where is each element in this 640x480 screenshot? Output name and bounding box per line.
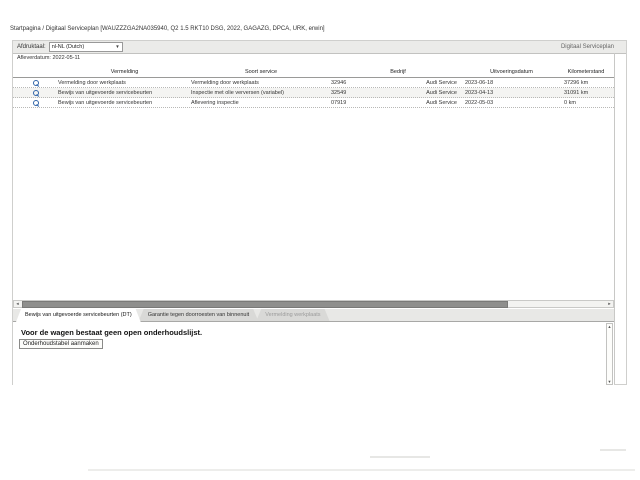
delivery-date-line: Afleverdatum: 2022-05-11 (17, 55, 81, 61)
tab-panel: Voor de wagen bestaat geen open onderhou… (13, 322, 614, 386)
magnifier-icon[interactable] (32, 89, 39, 96)
no-open-maintenance-message: Voor de wagen bestaat geen open onderhou… (21, 328, 203, 337)
scroll-down-icon[interactable]: ▼ (607, 379, 612, 384)
breadcrumb: Startpagina / Digitaal Serviceplan [WAUZ… (10, 26, 325, 32)
scan-artifact (370, 456, 430, 458)
cell-bedrijf: 32946 Audi Service (331, 80, 465, 86)
bottom-tabstrip: Bewijs van uitgevoerde servicebeurten (D… (13, 309, 614, 322)
bedrijf-nummer: 32946 (331, 79, 347, 86)
column-header-soort-service: Soort service (244, 68, 278, 75)
cell-vermelding: Bewijs van uitgevoerde servicebeurten (58, 99, 153, 106)
bedrijf-nummer: 07919 (331, 99, 347, 106)
tab-vermelding-werkplaats[interactable]: Vermelding werkplaats (256, 309, 329, 321)
app-title: Digitaal Serviceplan (560, 44, 614, 50)
cell-kilometerstand: 31091 km (564, 89, 589, 96)
cell-vermelding: Vermelding door werkplaats (58, 79, 126, 86)
scroll-up-icon[interactable]: ▲ (607, 324, 612, 329)
column-header-bedrijf: Bedrijf (390, 68, 406, 75)
print-toolbar: Afdruktaal: nl-NL (Dutch) ▼ Digitaal Ser… (13, 41, 626, 54)
cell-bedrijf: 07919 Audi Service (331, 100, 465, 106)
table-row[interactable]: Bewijs van uitgevoerde servicebeurten In… (13, 88, 614, 98)
cell-uitvoeringsdatum: 2023-06-18 (465, 79, 494, 86)
scroll-left-icon[interactable]: ◄ (14, 301, 21, 307)
cell-bedrijf: 32549 Audi Service (331, 90, 465, 96)
create-maintenance-table-button[interactable]: Onderhoudstabel aanmaken (19, 339, 103, 349)
cell-kilometerstand: 37296 km (564, 79, 589, 86)
cell-soort-service: Vermelding door werkplaats (191, 79, 259, 86)
column-header-kilometerstand: Kilometerstand (567, 68, 605, 75)
table-row[interactable]: Vermelding door werkplaats Vermelding do… (13, 78, 614, 88)
scan-artifact (600, 449, 626, 451)
magnifier-icon[interactable] (32, 99, 39, 106)
serviceplan-window: Afdruktaal: nl-NL (Dutch) ▼ Digitaal Ser… (12, 40, 627, 386)
content-right-divider (614, 53, 615, 384)
horizontal-scrollbar[interactable]: ◄ ► (13, 300, 614, 308)
table-row[interactable]: Bewijs van uitgevoerde servicebeurten Af… (13, 98, 614, 108)
print-language-value: nl-NL (Dutch) (51, 44, 85, 50)
bedrijf-naam: Audi Service (426, 79, 457, 86)
cell-vermelding: Bewijs van uitgevoerde servicebeurten (58, 89, 153, 96)
cell-uitvoeringsdatum: 2022-05-03 (465, 99, 494, 106)
bedrijf-nummer: 32549 (331, 89, 347, 96)
scroll-right-icon[interactable]: ► (606, 301, 613, 307)
table-header: Vermelding Soort service Bedrijf Uitvoer… (13, 66, 614, 78)
service-entries-table: Vermelding door werkplaats Vermelding do… (13, 78, 614, 108)
bedrijf-naam: Audi Service (426, 89, 457, 96)
vertical-scrollbar[interactable]: ▲ ▼ (606, 323, 613, 385)
tab-garantie-doorroesten[interactable]: Garantie tegen doorroesten van binnenuit (139, 309, 259, 321)
print-language-label: Afdruktaal: (17, 44, 46, 50)
cell-soort-service: Inspectie met olie verversen (variabel) (191, 89, 284, 96)
cell-uitvoeringsdatum: 2023-04-13 (465, 89, 494, 96)
column-header-vermelding: Vermelding (110, 68, 139, 75)
magnifier-icon[interactable] (32, 79, 39, 86)
cell-soort-service: Aflevering inspectie (191, 99, 239, 106)
cell-kilometerstand: 0 km (564, 99, 576, 106)
column-header-uitvoeringsdatum: Uitvoeringsdatum (490, 68, 533, 75)
bedrijf-naam: Audi Service (426, 99, 457, 106)
tab-bewijs-servicebeurten[interactable]: Bewijs van uitgevoerde servicebeurten (D… (16, 309, 141, 322)
scan-artifact (88, 469, 635, 471)
horizontal-scrollbar-thumb[interactable] (22, 301, 508, 308)
chevron-down-icon: ▼ (115, 44, 120, 49)
print-language-select[interactable]: nl-NL (Dutch) ▼ (48, 42, 123, 52)
